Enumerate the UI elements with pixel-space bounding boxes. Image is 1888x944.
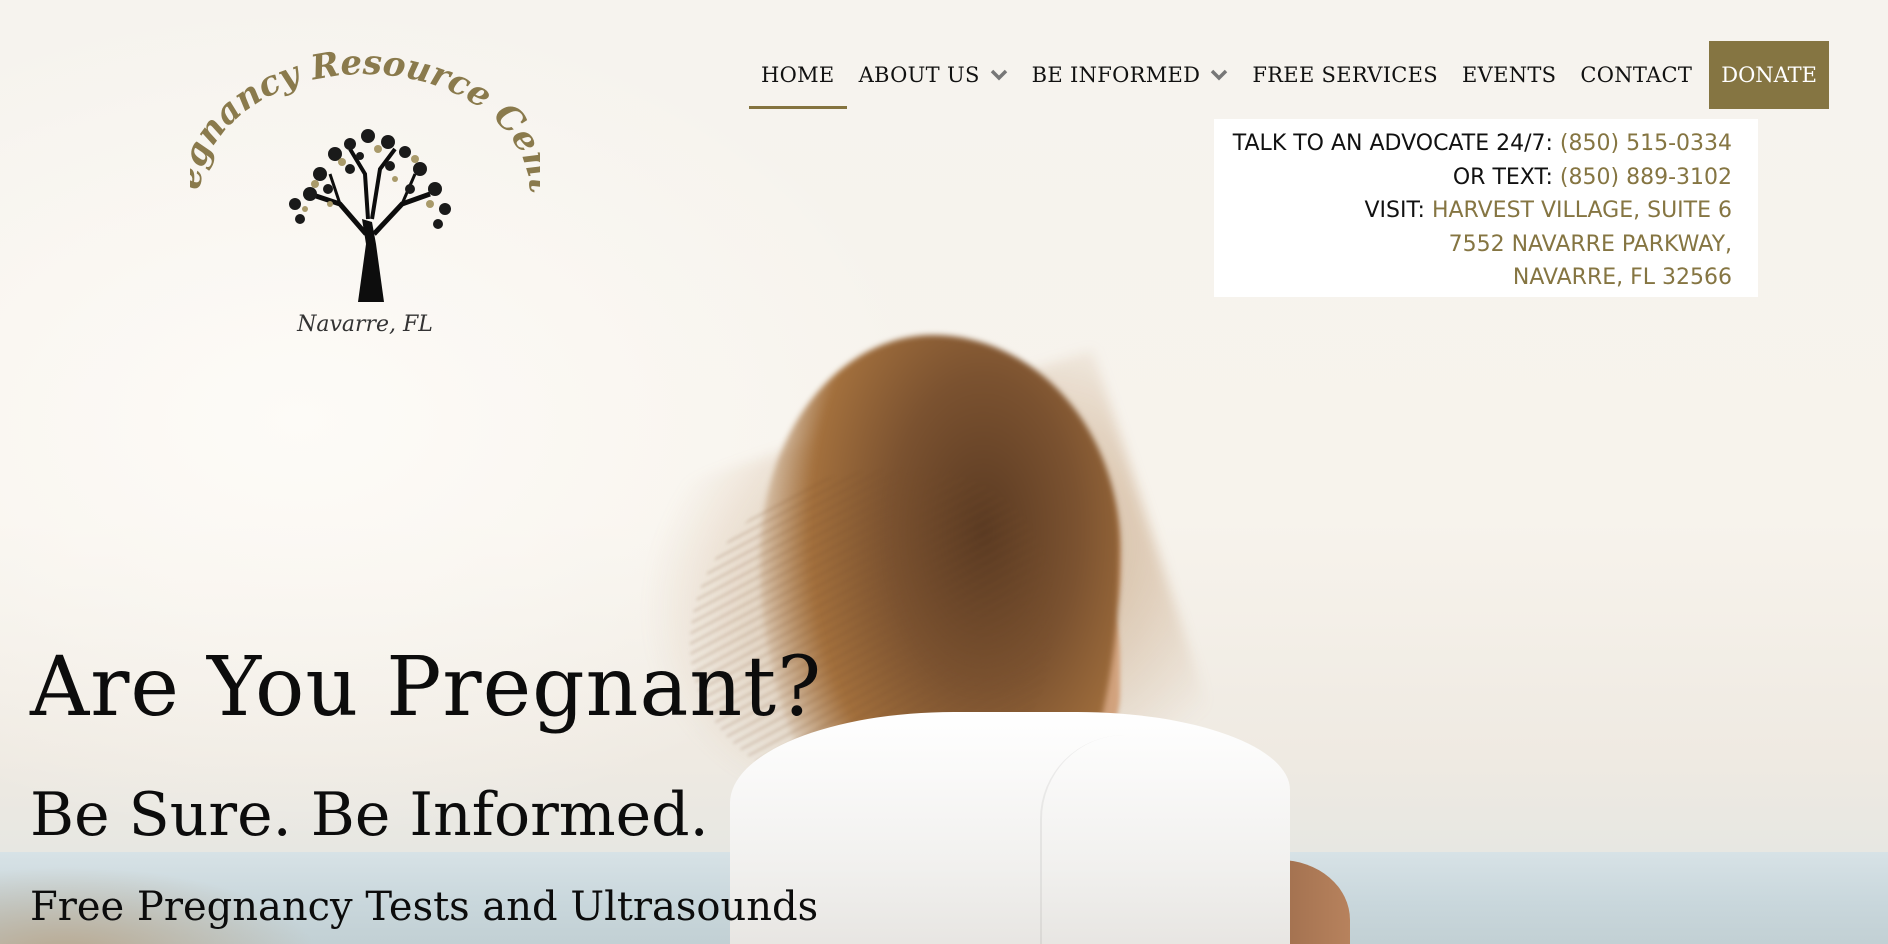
visit-line: VISIT: HARVEST VILLAGE, SUITE 6 — [1214, 194, 1733, 228]
nav-item-events[interactable]: EVENTS — [1450, 41, 1568, 109]
address-line2: 7552 NAVARRE PARKWAY, — [1214, 228, 1732, 262]
chevron-down-icon — [990, 69, 1007, 81]
advocate-phone-link[interactable]: (850) 515-0334 — [1560, 131, 1732, 156]
advocate-line: TALK TO AN ADVOCATE 24/7: (850) 515-0334 — [1214, 127, 1732, 161]
hero-tagline: Free Pregnancy Tests and Ultrasounds — [30, 884, 819, 930]
text-label: OR TEXT: — [1452, 164, 1553, 190]
contact-info-box: TALK TO AN ADVOCATE 24/7: (850) 515-0334… — [1214, 119, 1758, 297]
nav-item-label: ABOUT US — [858, 63, 980, 87]
address-link-line1[interactable]: HARVEST VILLAGE, SUITE 6 — [1432, 198, 1732, 223]
nav-item-home[interactable]: HOME — [749, 41, 847, 109]
nav-item-contact[interactable]: CONTACT — [1568, 41, 1704, 109]
address-link-line3[interactable]: NAVARRE, FL 32566 — [1513, 265, 1732, 290]
donate-button[interactable]: DONATE — [1709, 41, 1830, 109]
hero-headline: Are You Pregnant? — [30, 640, 823, 735]
site-logo[interactable]: Pregnancy Resource Center Navarre, FL — [169, 13, 561, 344]
main-nav: HOME ABOUT US BE INFORMED FREE SERVICES … — [749, 41, 1830, 109]
chevron-down-icon — [1211, 69, 1228, 81]
nav-item-label: BE INFORMED — [1031, 63, 1201, 87]
visit-label: VISIT: — [1364, 198, 1425, 223]
logo-location-text: Navarre, FL — [296, 312, 433, 337]
tree-icon: Pregnancy Resource Center Navarre, FL — [169, 13, 561, 337]
nav-item-label: FREE SERVICES — [1252, 63, 1438, 87]
shirt-fold — [1040, 735, 1252, 944]
address-line3: NAVARRE, FL 32566 — [1214, 261, 1732, 295]
nav-item-label: CONTACT — [1580, 63, 1693, 87]
nav-item-label: EVENTS — [1461, 63, 1557, 87]
nav-item-about-us[interactable]: ABOUT US — [847, 41, 1020, 109]
donate-label: DONATE — [1721, 63, 1818, 87]
hero-subheadline: Be Sure. Be Informed. — [30, 780, 709, 850]
text-phone-link[interactable]: (850) 889-3102 — [1560, 165, 1732, 190]
nav-item-be-informed[interactable]: BE INFORMED — [1020, 41, 1241, 109]
advocate-label: TALK TO AN ADVOCATE 24/7: — [1232, 131, 1553, 156]
text-line: OR TEXT: (850) 889-3102 — [1214, 161, 1732, 195]
address-link-line2[interactable]: 7552 NAVARRE PARKWAY, — [1449, 232, 1732, 257]
nav-item-free-services[interactable]: FREE SERVICES — [1240, 41, 1450, 109]
nav-item-label: HOME — [761, 63, 835, 87]
